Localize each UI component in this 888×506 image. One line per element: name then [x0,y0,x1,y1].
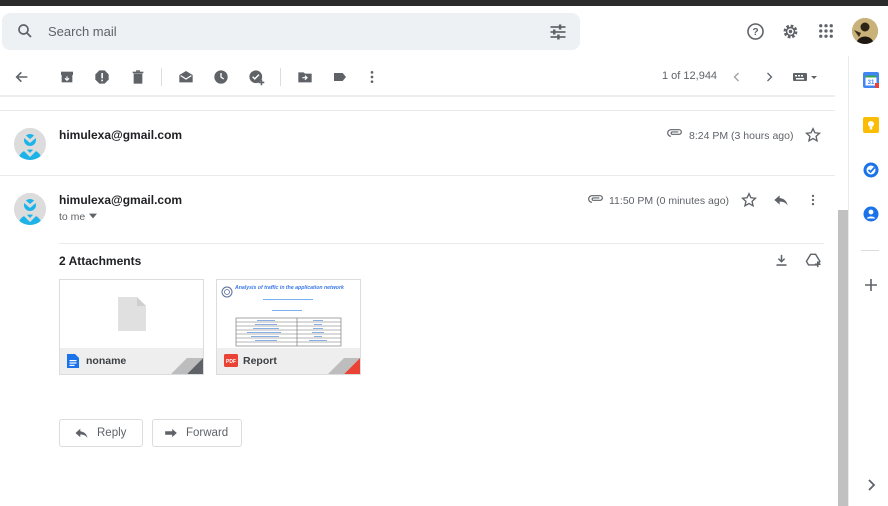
mark-unread-icon[interactable] [176,67,196,87]
sender-name[interactable]: himulexa@gmail.com [59,128,182,142]
report-spam-icon[interactable] [92,67,112,87]
keep-icon[interactable] [863,117,879,133]
svg-text:PDF: PDF [226,359,236,365]
star-icon[interactable] [805,127,821,143]
search-input[interactable]: Search mail [48,24,117,39]
doc-icon [67,354,79,368]
forward-button[interactable]: Forward [152,419,242,447]
apps-grid-icon[interactable] [817,22,835,40]
svg-text:?: ? [752,27,758,38]
delete-icon[interactable] [128,67,148,87]
search-options-icon[interactable] [548,22,568,42]
label-icon[interactable] [330,67,350,87]
attachment-card-report[interactable]: Analysis of traffic in the application n… [216,279,361,375]
preview-table [235,299,342,347]
side-panel: 31 [848,56,888,506]
add-addon-icon[interactable] [863,277,879,293]
move-to-icon[interactable] [295,67,315,87]
toolbar-shadow [0,95,835,97]
reply-button[interactable]: Reply [59,419,143,447]
account-avatar[interactable] [852,18,878,44]
svg-text:31: 31 [868,80,875,86]
file-corner-fold [328,358,360,374]
tasks-icon[interactable] [863,162,879,178]
attachments-title: 2 Attachments [59,254,142,268]
sender-avatar [14,128,46,160]
browser-top-strip [0,0,888,6]
recipient-summary[interactable]: to me [59,211,85,223]
sender-avatar [14,193,46,225]
search-bar[interactable]: Search mail [2,13,580,50]
input-tools-keyboard-icon[interactable] [792,67,820,87]
side-panel-divider [861,250,879,251]
attachment-preview: Analysis of traffic in the application n… [217,280,360,348]
attachments-divider [59,243,824,244]
star-icon[interactable] [741,192,757,208]
reply-arrow-icon [74,427,89,439]
snooze-clock-icon[interactable] [211,67,231,87]
sender-name[interactable]: himulexa@gmail.com [59,193,182,207]
calendar-icon[interactable]: 31 [863,72,879,88]
chevron-right-icon[interactable] [759,67,779,87]
main-scrollbar[interactable] [838,210,848,506]
message-time: 11:50 PM (0 minutes ago) [609,195,730,207]
more-vert-icon[interactable] [362,67,382,87]
toolbar-divider [161,68,162,86]
message-toolbar: 1 of 12,944 [0,60,848,94]
attachment-card-noname[interactable]: noname [59,279,204,375]
contacts-icon[interactable] [863,206,879,222]
gear-icon[interactable] [781,22,800,41]
generic-file-icon [118,297,146,331]
add-to-drive-icon[interactable] [805,252,822,268]
chevron-left-icon[interactable] [727,67,747,87]
attachment-name: Report [243,355,277,367]
attachment-name: noname [86,355,127,367]
forward-label: Forward [186,427,229,439]
toolbar-divider [280,68,281,86]
pagination-count: 1 of 12,944 [662,70,718,82]
attachment-clip-icon [588,194,604,204]
chevron-down-icon[interactable] [89,213,97,219]
collapsed-thread-divider [0,110,835,111]
chevron-right-icon[interactable] [863,477,879,493]
file-corner-fold [171,358,203,374]
add-to-tasks-icon[interactable] [246,67,266,87]
reply-label: Reply [97,427,127,439]
back-arrow-icon[interactable] [12,67,32,87]
attachment-preview [60,280,203,348]
search-icon[interactable] [16,22,34,40]
archive-icon[interactable] [57,67,77,87]
pdf-icon: PDF [224,354,238,367]
attachment-clip-icon [667,128,683,138]
help-icon[interactable]: ? [746,22,765,41]
reply-arrow-icon[interactable] [773,193,789,207]
download-all-icon[interactable] [774,253,789,268]
message-divider [0,175,835,176]
message-time: 8:24 PM (3 hours ago) [689,130,794,142]
more-vert-icon[interactable] [806,192,820,208]
forward-arrow-icon [164,427,178,439]
